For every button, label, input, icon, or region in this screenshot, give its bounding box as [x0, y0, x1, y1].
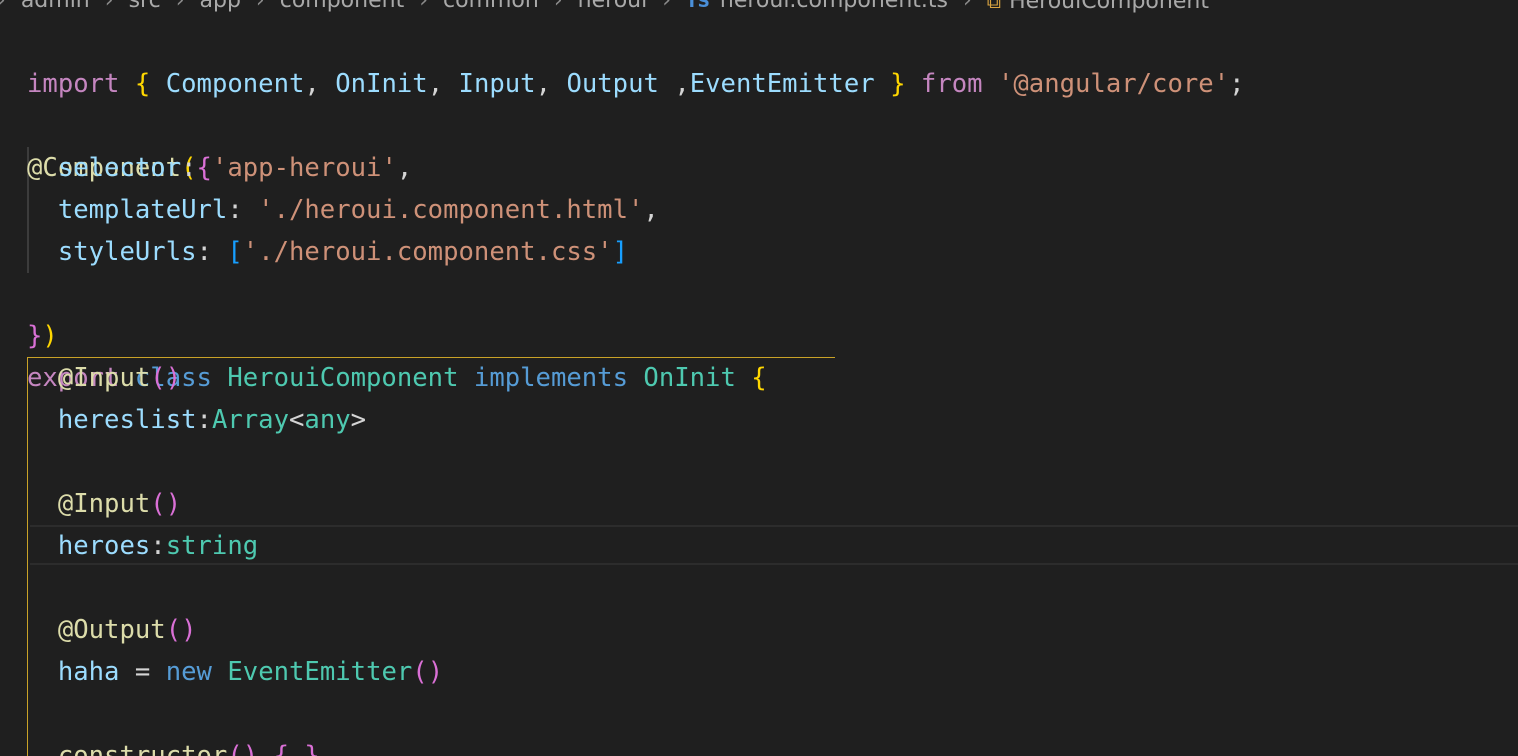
- code-line-templateurl: templateUrl: './heroui.component.html',: [27, 189, 659, 231]
- parens: (): [165, 615, 197, 645]
- property-templateurl: templateUrl: [57, 195, 228, 225]
- breadcrumb-symbol-label: HerouiComponent: [1009, 0, 1209, 14]
- parens: (): [412, 657, 444, 687]
- comma: ,: [396, 153, 413, 183]
- brace-open: {: [273, 741, 289, 756]
- code-line-output-decorator: @Output(): [27, 609, 197, 651]
- decorator-input: @Input: [57, 489, 151, 519]
- class-brace-open: {: [751, 363, 767, 393]
- comma: ,: [674, 69, 690, 99]
- import-oninit: OnInit: [335, 69, 428, 99]
- property-haha: haha: [57, 657, 120, 687]
- parens: (): [150, 489, 182, 519]
- breadcrumb-item-file[interactable]: TS heroui.component.ts: [686, 0, 948, 15]
- breadcrumb-separator: ›: [255, 0, 265, 13]
- bracket-open: {: [134, 69, 151, 99]
- code-line-selector: selector: 'app-heroui',: [27, 147, 412, 189]
- array-close: ]: [612, 237, 629, 267]
- keyword-from: from: [920, 69, 983, 99]
- breadcrumb: › admin › src › app › component › common…: [0, 0, 1518, 15]
- breadcrumb-separator: ›: [553, 0, 563, 13]
- comma: ,: [427, 69, 444, 99]
- breadcrumb-separator: ›: [662, 0, 672, 13]
- parens: (): [227, 741, 259, 756]
- string-templateurl: './heroui.component.html': [258, 195, 644, 225]
- code-line-styleurls: styleUrls: ['./heroui.component.css']: [27, 231, 628, 273]
- code-line-input-decorator: @Input(): [27, 357, 181, 399]
- code-line-decorator-close: }): [27, 273, 58, 351]
- class-name: HerouiComponent: [227, 363, 459, 393]
- interface-oninit: OnInit: [643, 363, 736, 393]
- import-eventemitter: EventEmitter: [689, 69, 875, 99]
- string-selector: 'app-heroui': [211, 153, 397, 183]
- property-styleurls: styleUrls: [57, 237, 197, 267]
- colon: :: [227, 195, 243, 225]
- code-line-import: import { Component, OnInit, Input, Outpu…: [27, 21, 1245, 99]
- comma: ,: [304, 69, 320, 99]
- breadcrumb-item-app[interactable]: app: [200, 0, 241, 15]
- import-input: Input: [458, 69, 536, 99]
- keyword-import: import: [27, 69, 120, 99]
- comma: ,: [535, 69, 552, 99]
- array-open: [: [227, 237, 243, 267]
- typescript-file-icon: TS: [686, 0, 710, 12]
- code-line-heroes: heroes:string: [27, 525, 258, 567]
- comma: ,: [643, 195, 659, 225]
- breadcrumb-item-admin[interactable]: admin: [21, 0, 90, 15]
- breadcrumb-separator: ›: [419, 0, 429, 13]
- code-line-class-declaration: export class HerouiComponent implements …: [27, 315, 767, 393]
- keyword-new: new: [165, 657, 212, 687]
- module-string: '@angular/core': [997, 69, 1230, 99]
- breadcrumb-separator: ›: [0, 0, 6, 15]
- colon: :: [196, 237, 212, 267]
- import-output: Output: [566, 69, 659, 99]
- keyword-implements: implements: [473, 363, 628, 393]
- bracket-close: }: [890, 69, 906, 99]
- class-eventemitter: EventEmitter: [227, 657, 413, 687]
- type-string: string: [165, 531, 259, 561]
- breadcrumb-item-symbol[interactable]: ⧉ HerouiComponent: [987, 0, 1209, 15]
- type-any: any: [304, 405, 351, 435]
- code-line-input-decorator: @Input(): [27, 483, 181, 525]
- decorator-input: @Input: [57, 363, 151, 393]
- property-heroes: heroes: [57, 531, 151, 561]
- colon: :: [196, 405, 212, 435]
- breadcrumb-file-label: heroui.component.ts: [719, 0, 948, 13]
- breadcrumb-separator: ›: [175, 0, 185, 13]
- decorator-output: @Output: [57, 615, 166, 645]
- breadcrumb-item-component[interactable]: component: [280, 0, 404, 15]
- angle-open: <: [288, 405, 305, 435]
- string-styleurls: './heroui.component.css': [242, 237, 613, 267]
- code-line-decorator: @Component({: [27, 105, 212, 183]
- code-editor[interactable]: import { Component, OnInit, Input, Outpu…: [0, 21, 1518, 756]
- angle-close: >: [350, 405, 367, 435]
- breadcrumb-separator: ›: [962, 0, 972, 13]
- colon: :: [150, 531, 166, 561]
- code-line-constructor: constructor() { }: [27, 735, 320, 756]
- property-selector: selector: [57, 153, 182, 183]
- equals: =: [134, 657, 151, 687]
- semicolon: ;: [1229, 69, 1245, 99]
- import-component: Component: [165, 69, 305, 99]
- breadcrumb-item-src[interactable]: src: [129, 0, 161, 15]
- code-line-haha: haha = new EventEmitter(): [27, 651, 443, 693]
- brace-close: }: [304, 741, 320, 756]
- type-array: Array: [211, 405, 289, 435]
- parens: (): [150, 363, 182, 393]
- breadcrumb-item-common[interactable]: common: [443, 0, 539, 15]
- class-symbol-icon: ⧉: [986, 0, 1002, 13]
- code-line-hereslist: hereslist:Array<any>: [27, 399, 366, 441]
- breadcrumb-item-heroui[interactable]: heroui: [578, 0, 648, 15]
- breadcrumb-separator: ›: [104, 0, 114, 13]
- property-hereslist: hereslist: [57, 405, 197, 435]
- constructor-name: constructor: [57, 741, 228, 756]
- colon: :: [181, 153, 197, 183]
